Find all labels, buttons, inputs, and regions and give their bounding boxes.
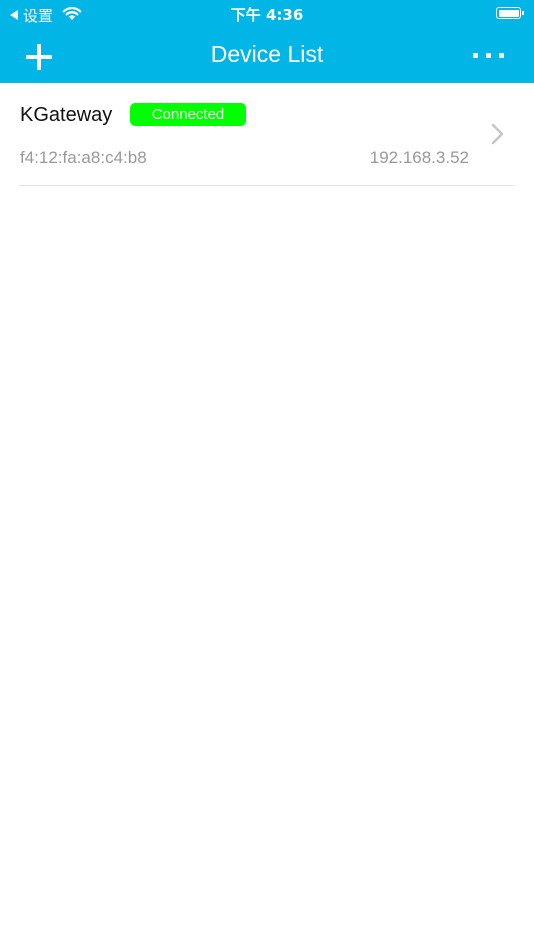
app-header: 设置 下午 4:36 Device List xyxy=(0,0,534,83)
chevron-right-icon xyxy=(491,123,504,145)
page-title: Device List xyxy=(210,41,324,67)
device-name: KGateway xyxy=(20,104,113,126)
more-options-button[interactable] xyxy=(466,40,510,70)
nav-bar: Device List xyxy=(0,30,534,83)
status-badge: Connected xyxy=(130,103,246,126)
status-bar: 设置 下午 4:36 xyxy=(0,0,534,30)
battery-nub xyxy=(522,11,524,15)
more-dot-icon xyxy=(486,53,491,58)
device-list-item[interactable]: KGateway Connected f4:12:fa:a8:c4:b8 192… xyxy=(19,83,515,186)
status-clock: 下午 4:36 xyxy=(230,6,304,24)
more-dot-icon xyxy=(473,53,478,58)
battery-icon xyxy=(496,7,524,19)
device-ip-address: 192.168.3.52 xyxy=(369,148,469,167)
battery-fill xyxy=(498,9,519,17)
device-mac-address: f4:12:fa:a8:c4:b8 xyxy=(20,148,147,167)
more-dot-icon xyxy=(499,53,504,58)
